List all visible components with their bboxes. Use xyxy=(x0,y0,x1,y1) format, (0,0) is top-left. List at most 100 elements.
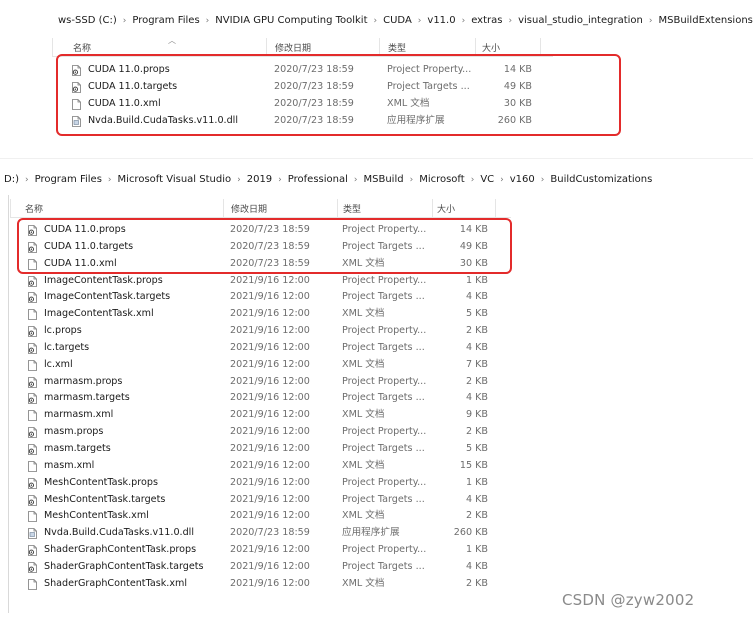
file-type: Project Property... xyxy=(342,426,427,438)
breadcrumb-item[interactable]: NVIDIA GPU Computing Toolkit xyxy=(215,15,367,26)
chevron-right-icon[interactable]: › xyxy=(541,175,545,185)
file-name: ShaderGraphContentTask.props xyxy=(44,544,197,556)
document-icon xyxy=(28,359,37,371)
file-size: 1 KB xyxy=(465,544,488,556)
project-file-icon xyxy=(28,427,37,439)
chevron-right-icon[interactable]: › xyxy=(206,16,210,26)
file-name: ImageContentTask.targets xyxy=(44,291,171,303)
file-name: ImageContentTask.xml xyxy=(44,308,154,320)
file-type: XML 文档 xyxy=(342,308,385,320)
chevron-right-icon[interactable]: › xyxy=(462,16,466,26)
file-type: Project Property... xyxy=(342,375,427,387)
file-name: masm.targets xyxy=(44,442,111,454)
file-type: Project Targets ... xyxy=(342,493,425,505)
file-size: 260 KB xyxy=(453,527,488,539)
file-date: 2021/9/16 12:00 xyxy=(230,409,310,421)
file-name: ShaderGraphContentTask.xml xyxy=(44,577,188,589)
breadcrumb-item[interactable]: Microsoft Visual Studio xyxy=(118,174,232,185)
column-divider[interactable] xyxy=(223,199,224,217)
file-date: 2021/9/16 12:00 xyxy=(230,392,310,404)
separator xyxy=(0,158,753,159)
column-header-name[interactable]: 名称 xyxy=(73,41,91,54)
breadcrumb-item[interactable]: Program Files xyxy=(35,174,102,185)
breadcrumb-item[interactable]: Program Files xyxy=(132,15,199,26)
breadcrumb-item[interactable]: Microsoft xyxy=(419,174,465,185)
file-type: Project Property... xyxy=(342,274,427,286)
breadcrumb-item[interactable]: MSBuild xyxy=(364,174,404,185)
document-icon xyxy=(28,460,37,472)
dll-icon xyxy=(28,528,37,540)
file-type: Project Property... xyxy=(342,476,427,488)
chevron-right-icon[interactable]: › xyxy=(410,175,414,185)
file-type: Project Targets ... xyxy=(342,560,425,572)
breadcrumb-item[interactable]: D:) xyxy=(4,174,19,185)
file-name: marmasm.targets xyxy=(44,392,130,404)
project-file-icon xyxy=(28,292,37,304)
highlight-box xyxy=(17,218,512,274)
chevron-right-icon[interactable]: › xyxy=(108,175,112,185)
breadcrumb-item[interactable]: VC xyxy=(480,174,494,185)
file-size: 7 KB xyxy=(465,358,488,370)
chevron-right-icon[interactable]: › xyxy=(649,16,653,26)
file-name: masm.props xyxy=(44,426,104,438)
file-type: Project Targets ... xyxy=(342,291,425,303)
column-header-name[interactable]: 名称 xyxy=(25,202,43,215)
file-type: Project Property... xyxy=(342,544,427,556)
chevron-right-icon[interactable]: › xyxy=(25,175,29,185)
chevron-right-icon[interactable]: › xyxy=(123,16,127,26)
column-header-date[interactable]: 修改日期 xyxy=(231,202,267,215)
breadcrumb-item[interactable]: 2019 xyxy=(247,174,272,185)
breadcrumb-item[interactable]: Professional xyxy=(288,174,348,185)
breadcrumb-item[interactable]: extras xyxy=(471,15,502,26)
column-header-size[interactable]: 大小 xyxy=(437,202,455,215)
file-name: Nvda.Build.CudaTasks.v11.0.dll xyxy=(44,527,195,539)
watermark: CSDN @zyw2002 xyxy=(562,591,695,609)
file-date: 2021/9/16 12:00 xyxy=(230,325,310,337)
file-size: 15 KB xyxy=(459,459,488,471)
file-date: 2021/9/16 12:00 xyxy=(230,544,310,556)
chevron-right-icon[interactable]: › xyxy=(500,175,504,185)
file-size: 2 KB xyxy=(465,510,488,522)
file-size: 4 KB xyxy=(465,493,488,505)
navigation-pane-edge xyxy=(8,195,9,613)
chevron-right-icon[interactable]: › xyxy=(471,175,475,185)
breadcrumb[interactable]: D:) › Program Files › Microsoft Visual Studi… xyxy=(4,167,652,193)
chevron-right-icon[interactable]: › xyxy=(374,16,378,26)
chevron-right-icon[interactable]: › xyxy=(508,16,512,26)
breadcrumb-item[interactable]: ws-SSD (C:) xyxy=(58,15,117,26)
file-date: 2020/7/23 18:59 xyxy=(230,527,310,539)
breadcrumb-item[interactable]: BuildCustomizations xyxy=(550,174,652,185)
column-divider[interactable] xyxy=(337,199,338,217)
file-date: 2021/9/16 12:00 xyxy=(230,341,310,353)
column-header-date[interactable]: 修改日期 xyxy=(275,41,311,54)
file-date: 2021/9/16 12:00 xyxy=(230,291,310,303)
breadcrumb[interactable]: ws-SSD (C:) › Program Files › NVIDIA GPU Com… xyxy=(58,8,753,34)
column-header-type[interactable]: 类型 xyxy=(343,202,361,215)
file-type: XML 文档 xyxy=(342,459,385,471)
breadcrumb-item[interactable]: v11.0 xyxy=(427,15,455,26)
document-icon xyxy=(28,578,37,590)
column-divider[interactable] xyxy=(432,199,433,217)
breadcrumb-item[interactable]: visual_studio_integration xyxy=(518,15,643,26)
file-name: marmasm.props xyxy=(44,375,123,387)
column-divider[interactable] xyxy=(495,199,496,217)
sort-up-icon[interactable]: ︿ xyxy=(168,35,176,46)
file-name: masm.xml xyxy=(44,459,95,471)
breadcrumb-item[interactable]: MSBuildExtensions xyxy=(658,15,752,26)
project-file-icon xyxy=(28,494,37,506)
file-date: 2021/9/16 12:00 xyxy=(230,442,310,454)
file-type: XML 文档 xyxy=(342,577,385,589)
file-size: 1 KB xyxy=(465,274,488,286)
document-icon xyxy=(28,410,37,422)
chevron-right-icon[interactable]: › xyxy=(354,175,358,185)
column-header-type[interactable]: 类型 xyxy=(388,41,406,54)
file-size: 2 KB xyxy=(465,325,488,337)
chevron-right-icon[interactable]: › xyxy=(418,16,422,26)
column-header-size[interactable]: 大小 xyxy=(482,41,500,54)
file-date: 2021/9/16 12:00 xyxy=(230,476,310,488)
file-name: MeshContentTask.props xyxy=(44,476,158,488)
breadcrumb-item[interactable]: CUDA xyxy=(383,15,412,26)
chevron-right-icon[interactable]: › xyxy=(278,175,282,185)
chevron-right-icon[interactable]: › xyxy=(237,175,241,185)
breadcrumb-item[interactable]: v160 xyxy=(510,174,535,185)
